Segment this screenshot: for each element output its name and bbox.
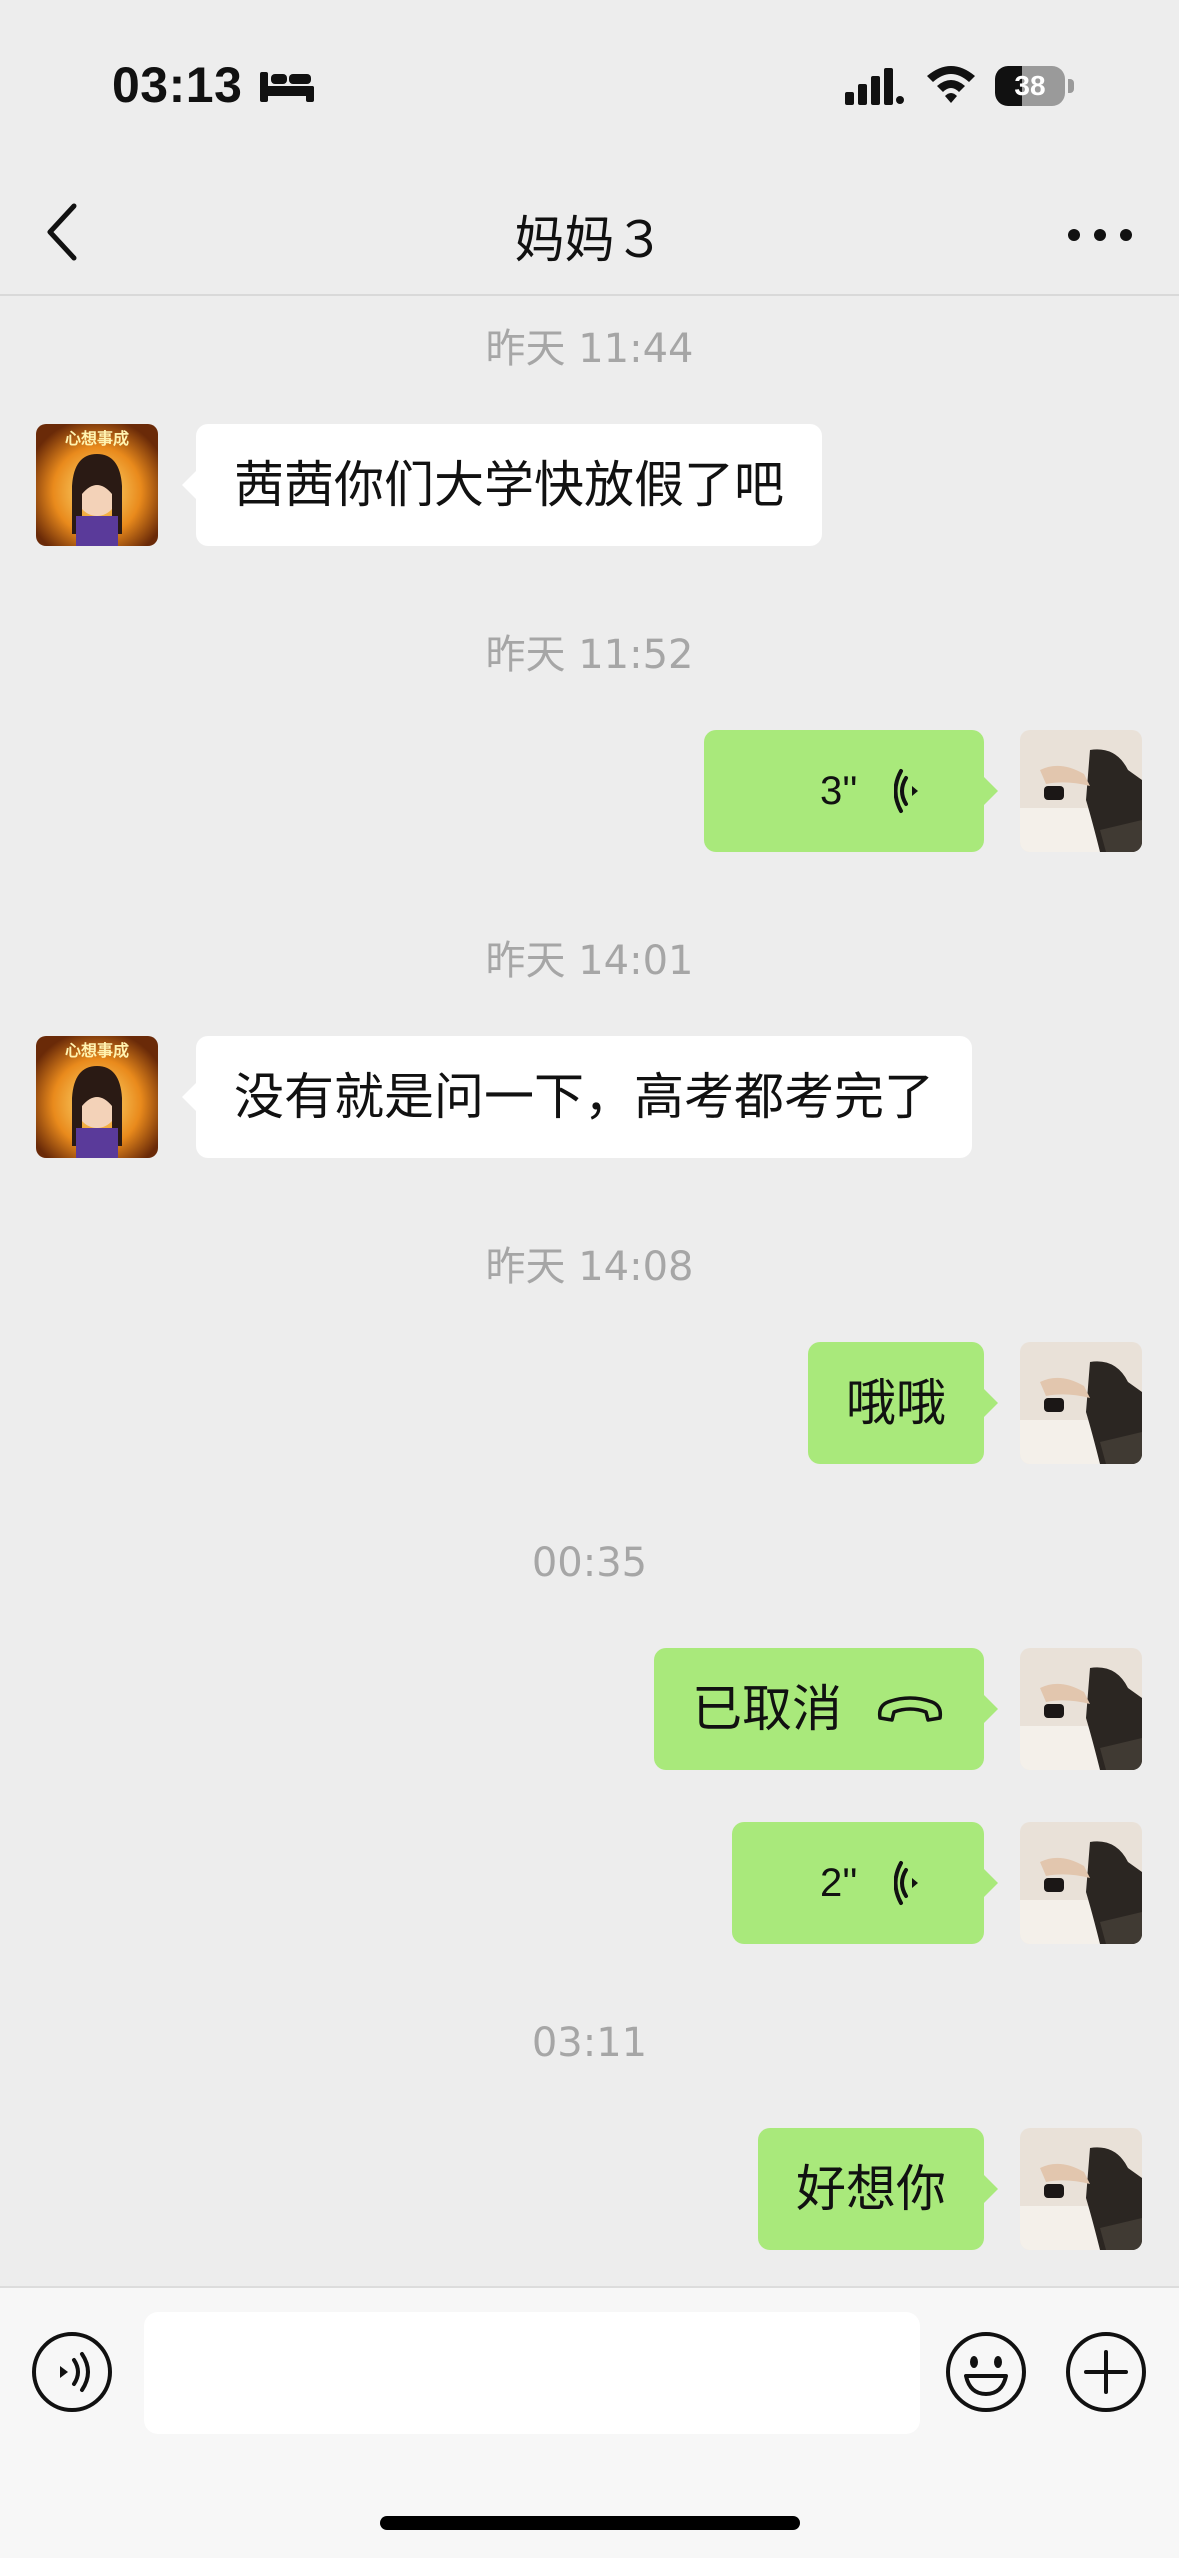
voice-message-bubble[interactable]: 3'' [704, 730, 998, 852]
more-options-button[interactable] [1060, 210, 1140, 260]
message-input[interactable] [144, 2312, 920, 2434]
call-record-bubble[interactable]: 已取消 [654, 1648, 998, 1770]
bed-icon [260, 72, 314, 102]
message-bubble-incoming[interactable]: 茜茜你们大学快放假了吧 [182, 424, 822, 546]
voice-mode-button[interactable] [30, 2330, 114, 2414]
cellular-signal-icon [845, 68, 904, 105]
battery-level: 38 [1014, 70, 1046, 101]
emoji-icon [946, 2332, 1026, 2412]
timestamp: 03:11 [531, 2020, 648, 2066]
contact-avatar[interactable]: 心想事成 [36, 1036, 158, 1158]
timestamp: 00:35 [531, 1540, 648, 1586]
message-bubble-outgoing[interactable]: 好想你 [758, 2128, 998, 2250]
ellipsis-icon [1068, 229, 1132, 241]
emoji-button[interactable] [944, 2330, 1028, 2414]
input-bar [0, 2286, 1179, 2558]
more-functions-button[interactable] [1064, 2330, 1148, 2414]
user-avatar[interactable] [1020, 730, 1142, 852]
chat-header: 妈妈３ [0, 170, 1179, 296]
voice-mode-icon [32, 2332, 112, 2412]
message-list[interactable]: 昨天 11:44 心想事成 茜茜你们大学快放假了吧 昨天 11:52 3'' 昨… [0, 296, 1179, 2286]
home-indicator[interactable] [380, 2516, 800, 2530]
timestamp: 昨天 14:01 [485, 938, 694, 984]
avatar-caption: 心想事成 [65, 1041, 129, 1060]
timestamp: 昨天 11:44 [485, 326, 694, 372]
avatar-caption: 心想事成 [65, 429, 129, 448]
status-time: 03:13 [112, 57, 243, 113]
voice-duration: 3'' [820, 769, 858, 813]
status-bar: 03:13 38 [0, 0, 1179, 170]
phone-hangup-icon [877, 1696, 943, 1722]
chat-title: 妈妈３ [514, 211, 665, 269]
contact-avatar[interactable]: 心想事成 [36, 424, 158, 546]
timestamp: 昨天 11:52 [485, 632, 694, 678]
voice-wave-icon [894, 769, 918, 813]
timestamp: 昨天 14:08 [485, 1244, 694, 1290]
message-bubble-incoming[interactable]: 没有就是问一下，高考都考完了 [182, 1036, 972, 1158]
voice-wave-icon [894, 1861, 918, 1905]
call-status: 已取消 [692, 1680, 842, 1738]
user-avatar[interactable] [1020, 1822, 1142, 1944]
message-bubble-outgoing[interactable]: 哦哦 [808, 1342, 998, 1464]
user-avatar[interactable] [1020, 1342, 1142, 1464]
voice-duration: 2'' [820, 1861, 858, 1905]
user-avatar[interactable] [1020, 2128, 1142, 2250]
user-avatar[interactable] [1020, 1648, 1142, 1770]
battery-icon: 38 [995, 66, 1077, 106]
voice-message-bubble[interactable]: 2'' [732, 1822, 998, 1944]
wifi-icon [927, 66, 975, 103]
plus-icon [1066, 2332, 1146, 2412]
